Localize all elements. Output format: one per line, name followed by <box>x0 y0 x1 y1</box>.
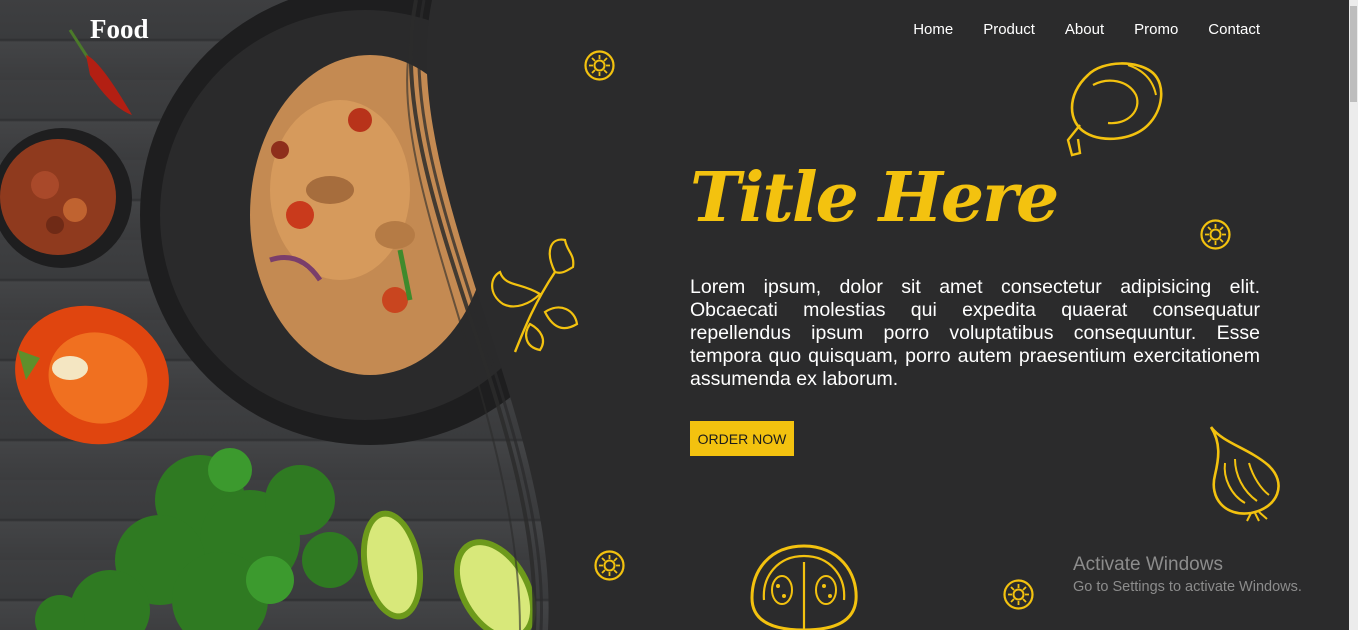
nav-item-contact[interactable]: Contact <box>1208 21 1260 38</box>
kiwi-slice-icon <box>1003 579 1034 610</box>
nav-item-product[interactable]: Product <box>983 21 1035 38</box>
onion-icon <box>1209 426 1280 522</box>
kiwi-slice-icon <box>1200 219 1231 250</box>
page-scrollbar[interactable] <box>1349 0 1358 630</box>
hero-description: Lorem ipsum, dolor sit amet consectetur … <box>690 276 1260 390</box>
nav-item-about[interactable]: About <box>1065 21 1104 38</box>
order-now-button[interactable]: ORDER NOW <box>690 421 794 456</box>
brand-logo[interactable]: Food <box>90 14 149 45</box>
hero-food-photo <box>0 0 560 630</box>
watermark-title: Activate Windows <box>1073 554 1223 575</box>
spice-bowl-image <box>0 128 132 268</box>
scrollbar-thumb[interactable] <box>1350 6 1357 102</box>
activate-windows-watermark: Activate Windows Go to Settings to activ… <box>1073 554 1302 595</box>
parsley-icon <box>491 238 579 353</box>
kiwi-slice-icon <box>584 50 615 81</box>
bell-pepper-icon <box>1066 62 1163 157</box>
lime-image <box>360 510 536 630</box>
nav-item-home[interactable]: Home <box>913 21 953 38</box>
watermark-subtitle: Go to Settings to activate Windows. <box>1073 579 1302 595</box>
nav-item-promo[interactable]: Promo <box>1134 21 1178 38</box>
tomato-half-icon <box>750 544 858 630</box>
parsley-image <box>35 448 358 630</box>
main-nav: Home Product About Promo Contact <box>913 21 1260 38</box>
kiwi-slice-icon <box>594 550 625 581</box>
bell-pepper-image <box>15 305 169 445</box>
hero-title: Title Here <box>690 158 1059 238</box>
